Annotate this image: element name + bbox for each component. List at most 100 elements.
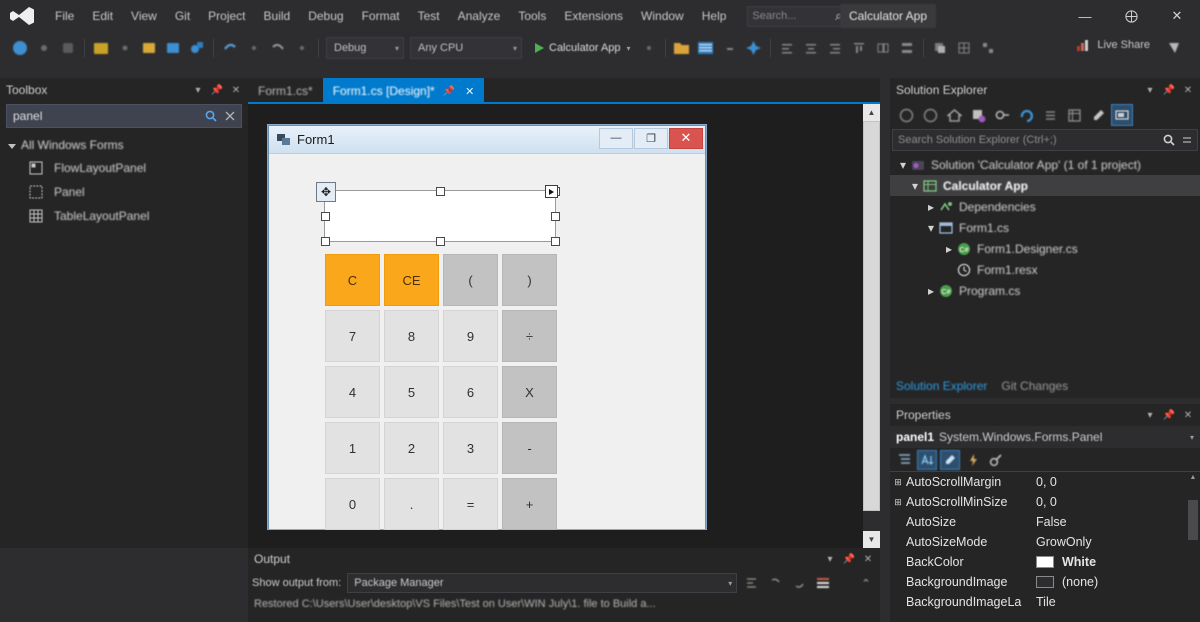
move-control-handle[interactable]: ✥ xyxy=(316,182,336,202)
properties-close-icon[interactable]: ✕ xyxy=(1182,409,1194,421)
find-message-icon[interactable] xyxy=(743,575,759,591)
form1-maximize-button[interactable]: ❐ xyxy=(634,127,668,149)
key-9[interactable]: 9 xyxy=(443,310,498,362)
key-6[interactable]: 6 xyxy=(443,366,498,418)
property-pages-icon[interactable] xyxy=(986,450,1006,470)
grid-toggle-icon[interactable] xyxy=(953,37,975,59)
feedback-icon[interactable] xyxy=(1163,37,1185,59)
undo-dropdown-icon[interactable] xyxy=(243,37,265,59)
smart-tag-button[interactable] xyxy=(545,185,558,198)
key-equals[interactable]: = xyxy=(443,478,498,530)
se-dropdown-icon[interactable]: ▾ xyxy=(1144,84,1156,96)
output-settings-icon[interactable] xyxy=(815,575,831,591)
properties-window-icon[interactable] xyxy=(1087,104,1109,126)
align-top-icon[interactable] xyxy=(848,37,870,59)
tab-close-icon[interactable]: ✕ xyxy=(465,85,474,98)
tab-git-changes[interactable]: Git Changes xyxy=(1001,379,1068,393)
menu-help[interactable]: Help xyxy=(693,0,736,32)
expander-icon-form1[interactable]: ▾ xyxy=(924,221,938,235)
toolbox-item-flowlayoutpanel[interactable]: FlowLayoutPanel xyxy=(0,156,248,180)
align-left-icon[interactable] xyxy=(776,37,798,59)
minimize-button[interactable]: — xyxy=(1062,0,1108,32)
events-view-icon[interactable] xyxy=(963,450,983,470)
menu-format[interactable]: Format xyxy=(353,0,409,32)
home-icon[interactable] xyxy=(943,104,965,126)
properties-view-icon[interactable] xyxy=(940,449,960,470)
property-value-backgroundimage-wrap[interactable]: (none) xyxy=(1036,575,1200,589)
bring-to-front-icon[interactable] xyxy=(929,37,951,59)
form1-minimize-button[interactable]: — xyxy=(599,127,633,149)
preview-selected-items-icon[interactable] xyxy=(1111,104,1133,126)
key-minus[interactable]: - xyxy=(502,422,557,474)
key-0[interactable]: 0 xyxy=(325,478,380,530)
undo-icon[interactable] xyxy=(219,37,241,59)
forward-navigate-icon[interactable] xyxy=(33,37,55,59)
back-navigate-icon[interactable] xyxy=(9,37,31,59)
close-button[interactable]: ✕ xyxy=(1154,0,1200,32)
expander-icon-solution[interactable]: ▾ xyxy=(896,158,910,172)
start-debugging-button[interactable]: Calculator App ▾ xyxy=(529,37,637,59)
refresh-icon[interactable] xyxy=(1015,104,1037,126)
key-8[interactable]: 8 xyxy=(384,310,439,362)
menu-view[interactable]: View xyxy=(122,0,166,32)
attach-icon[interactable] xyxy=(186,37,208,59)
property-row-autosize[interactable]: AutoSize False xyxy=(890,512,1200,532)
hot-reload-icon[interactable] xyxy=(638,37,660,59)
menu-analyze[interactable]: Analyze xyxy=(449,0,510,32)
scroll-down-button[interactable]: ▼ xyxy=(863,531,880,548)
scrollbar-thumb[interactable] xyxy=(863,121,880,511)
toolbox-dropdown-icon[interactable]: ▾ xyxy=(192,84,204,96)
toolbox-close-icon[interactable]: ✕ xyxy=(230,84,242,96)
view-code-icon[interactable] xyxy=(1063,104,1085,126)
make-same-size-icon[interactable] xyxy=(872,37,894,59)
tab-solution-explorer[interactable]: Solution Explorer xyxy=(896,379,987,393)
resize-handle-w[interactable] xyxy=(320,211,330,221)
align-center-icon[interactable] xyxy=(800,37,822,59)
output-pin-icon[interactable]: 📌 xyxy=(843,553,855,565)
menu-window[interactable]: Window xyxy=(632,0,693,32)
toolbox-pin-icon[interactable]: 📌 xyxy=(211,84,223,96)
tree-row-project[interactable]: ▾ Calculator App xyxy=(890,175,1200,196)
properties-pin-icon[interactable]: 📌 xyxy=(1163,409,1175,421)
maximize-button[interactable] xyxy=(1108,0,1154,32)
key-plus[interactable]: + xyxy=(502,478,557,530)
scroll-up-button[interactable]: ▲ xyxy=(863,104,880,121)
expander-icon-designer[interactable]: ▸ xyxy=(942,242,956,256)
resize-handle-n[interactable] xyxy=(435,186,445,196)
expander-icon-autoscrollminsize[interactable]: ⊞ xyxy=(890,497,906,508)
form1-close-button[interactable]: ✕ xyxy=(669,127,703,149)
property-value-autosize[interactable]: False xyxy=(1036,515,1200,529)
collapse-all-icon[interactable] xyxy=(1039,104,1061,126)
toggle-wordwrap-icon[interactable] xyxy=(791,575,807,591)
tab-form1-cs-design[interactable]: Form1.cs [Design]* 📌 ✕ xyxy=(322,78,485,104)
properties-object-select[interactable]: panel1 System.Windows.Forms.Panel ▾ xyxy=(890,426,1200,448)
menu-build[interactable]: Build xyxy=(255,0,300,32)
tree-row-solution[interactable]: ▾ Solution 'Calculator App' (1 of 1 proj… xyxy=(890,154,1200,175)
forward-icon[interactable] xyxy=(919,104,941,126)
expander-icon-program[interactable]: ▸ xyxy=(924,284,938,298)
show-all-files-icon[interactable] xyxy=(991,104,1013,126)
dropdown-history-icon[interactable] xyxy=(57,37,79,59)
panel1-display-panel[interactable] xyxy=(324,190,556,242)
tree-row-program-cs[interactable]: ▸ C# Program.cs xyxy=(890,280,1200,301)
output-dropdown-icon[interactable]: ▾ xyxy=(824,553,836,565)
key-divide[interactable]: ÷ xyxy=(502,310,557,362)
properties-scrollbar[interactable]: ▲ xyxy=(1188,472,1198,602)
open-file-icon[interactable] xyxy=(114,37,136,59)
expander-icon-dependencies[interactable]: ▸ xyxy=(924,200,938,214)
spacing-icon[interactable] xyxy=(896,37,918,59)
tab-order-icon[interactable] xyxy=(977,37,999,59)
output-source-select[interactable]: Package Manager ▾ xyxy=(347,573,738,593)
resize-handle-sw[interactable] xyxy=(320,236,330,246)
form1-body[interactable]: ✥ C CE ( ) 7 8 9 ÷ 4 5 6 X 1 2 3 - 0 . =… xyxy=(269,154,705,530)
property-row-backgroundimagelayout[interactable]: BackgroundImageLa Tile xyxy=(890,592,1200,612)
save-all-icon[interactable] xyxy=(162,37,184,59)
form1-designer-window[interactable]: Form1 — ❐ ✕ ✥ C CE () 7 8 9 ÷ 4 5 6 X 1… xyxy=(268,125,706,530)
expander-icon-project[interactable]: ▾ xyxy=(908,179,922,193)
designer-vertical-scrollbar[interactable]: ▲ ▼ xyxy=(863,104,880,548)
properties-dropdown-icon[interactable]: ▾ xyxy=(1144,409,1156,421)
key-2[interactable]: 2 xyxy=(384,422,439,474)
menu-tools[interactable]: Tools xyxy=(509,0,555,32)
tab-form1-cs[interactable]: Form1.cs* xyxy=(248,78,323,104)
properties-scrollbar-thumb[interactable] xyxy=(1188,500,1198,540)
